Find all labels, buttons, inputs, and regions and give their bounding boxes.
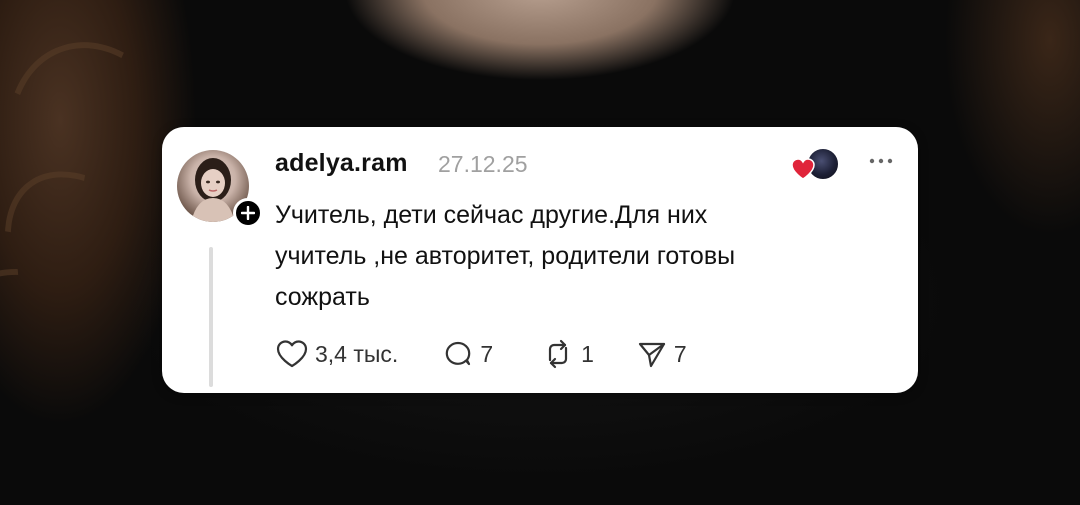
thread-line	[209, 247, 213, 387]
username[interactable]: adelya.ram	[275, 149, 408, 178]
more-horizontal-icon[interactable]	[866, 153, 896, 169]
post-date: 27.12.25	[438, 151, 528, 177]
post-card: adelya.ram 27.12.25 Учитель, дети сейчас…	[162, 127, 918, 393]
comment-bubble-icon	[446, 341, 471, 366]
post-text: Учитель, дети сейчас другие.Для них учит…	[275, 195, 875, 318]
heart-filled-icon	[791, 158, 815, 180]
plus-icon	[241, 206, 255, 220]
author-reaction	[790, 147, 840, 183]
share-button[interactable]: 7	[636, 338, 687, 370]
repost-count: 1	[581, 340, 594, 367]
post-text-line: сожрать	[275, 283, 370, 311]
like-button[interactable]: 3,4 тыс.	[275, 339, 398, 369]
share-count: 7	[673, 340, 687, 367]
post-actions: 3,4 тыс. 7 1 7	[275, 337, 687, 371]
post-text-line: учитель ,не авторитет, родители готовы	[275, 242, 736, 270]
comment-button[interactable]: 7	[442, 338, 493, 370]
follow-button[interactable]	[233, 198, 263, 228]
comment-count: 7	[480, 340, 494, 367]
heart-outline-icon	[276, 340, 308, 368]
author-avatar-block[interactable]	[177, 150, 263, 228]
post-text-line: Учитель, дети сейчас другие.Для них	[275, 201, 708, 229]
send-icon	[638, 342, 666, 368]
repost-icon	[549, 339, 568, 369]
repost-button[interactable]: 1	[541, 338, 594, 370]
like-count: 3,4 тыс.	[315, 340, 399, 367]
